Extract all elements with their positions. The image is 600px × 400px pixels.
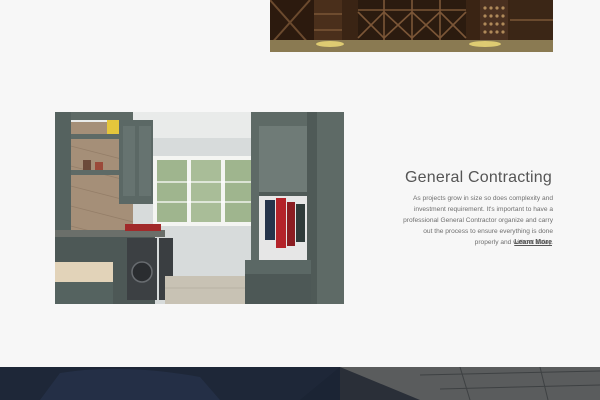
laundry-mudroom-illustration [55, 112, 344, 304]
wine-cellar-illustration [270, 0, 553, 52]
learn-more-link[interactable]: Learn More [514, 239, 552, 246]
section-title: General Contracting [405, 169, 552, 187]
laundry-mudroom-photo [55, 112, 344, 304]
wine-cellar-photo [270, 0, 553, 52]
bottom-banner-illustration [0, 367, 600, 400]
bottom-banner-photo [0, 367, 600, 400]
